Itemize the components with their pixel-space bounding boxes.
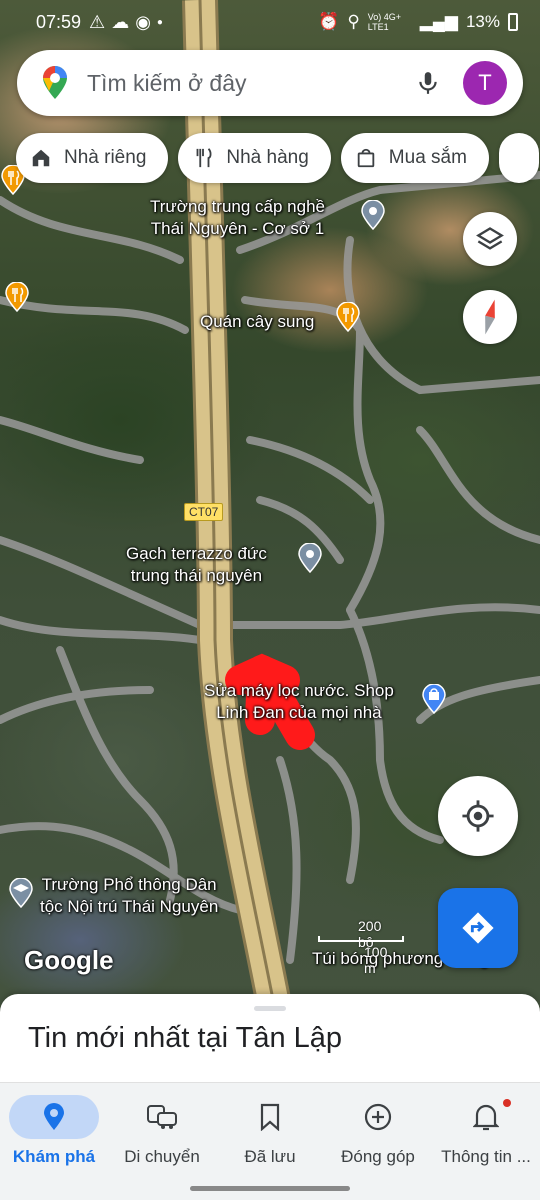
nav-label: Đã lưu (244, 1147, 296, 1166)
location-icon: ⚲ (347, 12, 360, 31)
layers-button[interactable] (463, 212, 517, 266)
map-label-water-shop[interactable]: Sửa máy lọc nước. Shop Linh Đan của mọi … (204, 680, 394, 724)
search-bar[interactable]: Tìm kiếm ở đây T (17, 50, 523, 116)
chip-label: Mua sắm (388, 147, 467, 168)
nav-saved[interactable]: Đã lưu (216, 1095, 324, 1167)
restaurant-pin-icon[interactable] (335, 302, 361, 332)
search-input[interactable]: Tìm kiếm ở đây (87, 70, 415, 97)
shopping-bag-icon (357, 148, 375, 168)
label-text: Gạch terrazzo đức trung thái nguyên (126, 544, 267, 585)
explore-pin-icon (44, 1103, 64, 1130)
label-text: Trường Phổ thông Dân tộc Nội trú Thái Ng… (40, 875, 219, 916)
restaurant-pin-icon[interactable] (4, 282, 30, 312)
chip-restaurants[interactable]: Nhà hàng (178, 133, 331, 183)
notification-icons: ⚠ ☁ ◉ ● (89, 12, 163, 33)
nav-pill (441, 1095, 531, 1139)
map-label-tile-shop[interactable]: Gạch terrazzo đức trung thái nguyên (126, 543, 267, 587)
alert-icon: ⚠ (89, 11, 106, 32)
map-label-restaurant[interactable]: Quán cây sung (200, 311, 314, 333)
bookmark-icon (260, 1103, 280, 1131)
highway-shield: CT07 (184, 503, 224, 521)
gesture-home-indicator[interactable] (190, 1186, 350, 1191)
category-chips: Nhà riêng Nhà hàng Mua sắm (16, 133, 539, 183)
system-icons: ⏰ ⚲ Vo) 4G+ LTE1 ▂▄▆ 13% (318, 12, 518, 32)
label-text: Quán cây sung (200, 312, 315, 331)
nav-pill (9, 1095, 99, 1139)
microphone-icon[interactable] (415, 70, 441, 96)
nav-contribute[interactable]: Đóng góp (324, 1095, 432, 1167)
nav-updates[interactable]: Thông tin ... (432, 1095, 540, 1167)
battery-icon (508, 13, 518, 31)
nav-explore[interactable]: Khám phá (0, 1095, 108, 1167)
chip-home[interactable]: Nhà riêng (16, 133, 169, 183)
nav-commute[interactable]: Di chuyển (108, 1095, 216, 1167)
nav-pill (333, 1095, 423, 1139)
signal-icon: ▂▄▆ (419, 12, 458, 31)
nav-label: Thông tin ... (441, 1147, 531, 1166)
chip-label: Nhà hàng (226, 147, 309, 168)
directions-button[interactable] (438, 888, 518, 968)
place-pin-icon[interactable] (297, 543, 323, 573)
bell-icon (473, 1104, 499, 1131)
directions-icon (462, 912, 494, 944)
compass-icon (485, 299, 495, 335)
commute-icon (147, 1105, 177, 1129)
google-maps-logo-icon (43, 66, 67, 99)
chip-more[interactable] (498, 133, 539, 183)
layers-icon (476, 227, 504, 250)
my-location-button[interactable] (438, 776, 518, 856)
google-watermark: Google (24, 945, 114, 975)
nav-label: Di chuyển (124, 1147, 200, 1166)
map-label-vocational-school[interactable]: Trường trung cấp nghề Thái Nguyên - Cơ s… (150, 196, 325, 240)
add-circle-icon (364, 1103, 392, 1131)
shop-pin-icon[interactable] (421, 684, 447, 714)
status-bar: 07:59 ⚠ ☁ ◉ ● ⏰ ⚲ Vo) 4G+ LTE1 ▂▄▆ 13% (0, 0, 540, 44)
notification-dot (503, 1099, 511, 1107)
nav-label: Khám phá (12, 1147, 96, 1166)
sheet-drag-handle[interactable] (254, 1006, 286, 1011)
label-text: Trường trung cấp nghề Thái Nguyên - Cơ s… (150, 197, 325, 238)
battery-percent: 13% (465, 12, 500, 31)
scale-line (318, 936, 404, 942)
chip-shopping[interactable]: Mua sắm (340, 133, 489, 183)
chip-label: Nhà riêng (64, 147, 147, 168)
explore-bottom-sheet[interactable]: Tin mới nhất tại Tân Lập (0, 994, 540, 1090)
alarm-icon: ⏰ (318, 12, 340, 31)
status-time: 07:59 (36, 11, 82, 32)
home-icon (32, 149, 50, 167)
restaurant-icon (196, 148, 212, 168)
school-pin-icon[interactable] (8, 878, 34, 908)
scale-meters: 100 m (364, 944, 388, 976)
compass-button[interactable] (463, 290, 517, 344)
account-avatar[interactable]: T (463, 61, 507, 105)
label-text: Sửa máy lọc nước. Shop Linh Đan của mọi … (204, 681, 394, 722)
nav-pill (225, 1095, 315, 1139)
nav-label: Đóng góp (341, 1147, 415, 1166)
nav-pill (117, 1095, 207, 1139)
network-label: Vo) 4G+ LTE1 (367, 12, 402, 32)
map-label-boarding-school[interactable]: Trường Phổ thông Dân tộc Nội trú Thái Ng… (40, 874, 218, 918)
dot-icon: ● (156, 16, 163, 28)
my-location-icon (462, 800, 494, 832)
cloud-icon: ☁ (111, 11, 130, 32)
bottom-navigation: Khám phá Di chuyển Đã lưu Đóng góp Thông… (0, 1082, 540, 1200)
sheet-title: Tin mới nhất tại Tân Lập (28, 1022, 343, 1054)
place-pin-icon[interactable] (360, 200, 386, 230)
app-icon: ◉ (135, 11, 151, 32)
